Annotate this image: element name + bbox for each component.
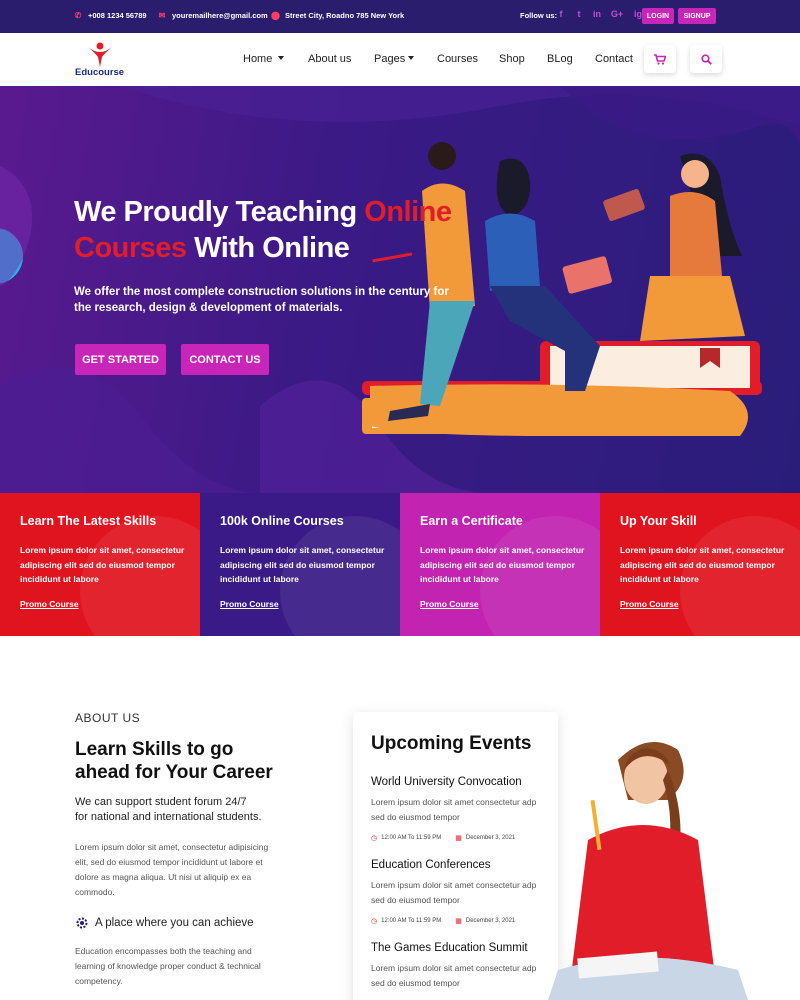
- event-date: December 3, 2021: [465, 835, 516, 841]
- twitter-icon[interactable]: t: [574, 9, 584, 19]
- hero-title-highlight2: Courses: [74, 232, 187, 264]
- email-info[interactable]: ✉ youremailhere@gmail.com: [158, 11, 268, 20]
- logo-icon[interactable]: [87, 41, 113, 67]
- feature-card-title: Learn The Latest Skills: [20, 514, 157, 528]
- nav-home-label: Home: [243, 53, 273, 65]
- about-text: Lorem ipsum dolor sit amet, consectetur …: [75, 842, 269, 897]
- about-point-label: A place where you can achieve: [95, 917, 254, 929]
- calendar-icon: ▦: [455, 918, 462, 925]
- nav-about[interactable]: About us: [308, 53, 351, 65]
- nav-blog[interactable]: BLog: [547, 53, 573, 65]
- event-title[interactable]: The Games Education Summit: [371, 942, 551, 954]
- event-time: 12:00 AM To 11:59 PM: [381, 918, 442, 924]
- cart-button[interactable]: [644, 45, 676, 73]
- about-lead-line2: for national and international students.: [75, 811, 262, 823]
- promo-course-link[interactable]: Promo Course: [220, 599, 279, 609]
- about-title: Learn Skills to go ahead for Your Career: [75, 738, 273, 784]
- event-desc: Lorem ipsum dolor sit amet consectetur a…: [371, 797, 537, 822]
- contact-us-button[interactable]: CONTACT US: [181, 344, 269, 375]
- feature-card-skill-up: Up Your Skill Lorem ipsum dolor sit amet…: [600, 493, 800, 636]
- upcoming-events-card: Upcoming Events World University Convoca…: [353, 712, 558, 1000]
- login-button[interactable]: LOGIN: [642, 8, 674, 24]
- about-eyebrow: ABOUT US: [75, 711, 141, 725]
- feature-card-title: Earn a Certificate: [420, 514, 523, 528]
- about-title-line2: ahead for Your Career: [75, 762, 273, 783]
- event-time: 12:00 AM To 11:59 PM: [381, 835, 442, 841]
- cart-icon: [654, 53, 666, 65]
- signup-button[interactable]: SIGNUP: [678, 8, 716, 24]
- feature-card-courses: 100k Online Courses Lorem ipsum dolor si…: [200, 493, 400, 636]
- event-item[interactable]: Education Conferences Lorem ipsum dolor …: [371, 859, 551, 925]
- feature-card-title: Up Your Skill: [620, 514, 697, 528]
- events-title: Upcoming Events: [371, 733, 532, 754]
- event-desc: Lorem ipsum dolor sit amet consectetur a…: [371, 963, 537, 988]
- google-plus-icon[interactable]: G+: [610, 9, 624, 19]
- phone-info: ✆ +008 1234 56789: [74, 11, 147, 20]
- feature-card-text: Lorem ipsum dolor sit amet, consectetur …: [620, 545, 785, 584]
- event-item[interactable]: The Games Education Summit Lorem ipsum d…: [371, 942, 551, 991]
- feature-card-skills: Learn The Latest Skills Lorem ipsum dolo…: [0, 493, 200, 636]
- nav-home[interactable]: Home: [243, 53, 285, 65]
- follow-label: Follow us:: [520, 11, 558, 20]
- event-title[interactable]: World University Convocation: [371, 776, 551, 788]
- student-photo: [548, 742, 748, 1000]
- social-links: f t in G+ ig: [556, 9, 644, 19]
- nav-pages[interactable]: Pages: [374, 53, 415, 65]
- get-started-button[interactable]: GET STARTED: [75, 344, 166, 375]
- chevron-down-icon: [408, 56, 415, 61]
- event-item[interactable]: World University Convocation Lorem ipsum…: [371, 776, 551, 842]
- event-meta: ◷ 12:00 AM To 11:59 PM ▦ December 3, 202…: [371, 834, 551, 842]
- main-navbar: Educourse Home About us Pages Courses Sh…: [0, 33, 800, 86]
- linkedin-icon[interactable]: in: [592, 9, 602, 19]
- about-lead: We can support student forum 24/7 for na…: [75, 795, 262, 825]
- email-text[interactable]: youremailhere@gmail.com: [172, 11, 268, 20]
- about-lead-line1: We can support student forum 24/7: [75, 796, 247, 808]
- feature-cards: Learn The Latest Skills Lorem ipsum dolo…: [0, 493, 800, 636]
- phone-text: +008 1234 56789: [88, 11, 147, 20]
- feature-card-text: Lorem ipsum dolor sit amet, consectetur …: [220, 545, 385, 584]
- event-date: December 3, 2021: [465, 918, 516, 924]
- top-bar: ✆ +008 1234 56789 ✉ youremailhere@gmail.…: [0, 0, 800, 33]
- nav-courses[interactable]: Courses: [437, 53, 478, 65]
- location-pin-icon: ⬤: [271, 11, 280, 20]
- search-icon: [700, 53, 712, 65]
- logo-text[interactable]: Educourse: [75, 67, 124, 78]
- clock-icon: ◷: [371, 918, 378, 925]
- phone-icon: ✆: [74, 11, 82, 20]
- promo-course-link[interactable]: Promo Course: [420, 599, 479, 609]
- event-meta: ◷ 12:00 AM To 11:59 PM ▦ December 3, 202…: [371, 917, 551, 925]
- nav-shop[interactable]: Shop: [499, 53, 525, 65]
- chevron-down-icon: [278, 56, 285, 61]
- event-desc: Lorem ipsum dolor sit amet consectetur a…: [371, 880, 537, 905]
- feature-card-text: Lorem ipsum dolor sit amet, consectetur …: [420, 545, 585, 584]
- hero-title-part2: With Online: [186, 232, 350, 264]
- nav-contact[interactable]: Contact: [595, 53, 633, 65]
- calendar-icon: ▦: [455, 835, 462, 842]
- feature-card-title: 100k Online Courses: [220, 514, 344, 528]
- promo-course-link[interactable]: Promo Course: [20, 599, 79, 609]
- promo-course-link[interactable]: Promo Course: [620, 599, 679, 609]
- about-title-line1: Learn Skills to go: [75, 739, 234, 760]
- hero-subtitle: We offer the most complete construction …: [74, 286, 449, 314]
- hero-section: We Proudly Teaching Online Courses With …: [0, 86, 800, 493]
- feature-card-text: Lorem ipsum dolor sit amet, consectetur …: [20, 545, 185, 584]
- about-point-text: Education encompasses both the teaching …: [75, 946, 261, 986]
- feature-card-certificate: Earn a Certificate Lorem ipsum dolor sit…: [400, 493, 600, 636]
- hero-title-highlight1: Online: [364, 196, 452, 228]
- about-point: A place where you can achieve: [75, 916, 254, 930]
- hero-title-part1: We Proudly Teaching: [74, 196, 365, 228]
- event-title[interactable]: Education Conferences: [371, 859, 551, 871]
- address-info: ⬤ Street City, Roadno 785 New York: [271, 11, 404, 20]
- nav-pages-label: Pages: [374, 53, 406, 65]
- clock-icon: ◷: [371, 835, 378, 842]
- facebook-icon[interactable]: f: [556, 9, 566, 19]
- mail-icon: ✉: [158, 11, 166, 20]
- address-text: Street City, Roadno 785 New York: [285, 11, 405, 20]
- search-button[interactable]: [690, 45, 722, 73]
- gear-icon: [76, 917, 88, 929]
- hero-title: We Proudly Teaching Online Courses With …: [74, 194, 452, 266]
